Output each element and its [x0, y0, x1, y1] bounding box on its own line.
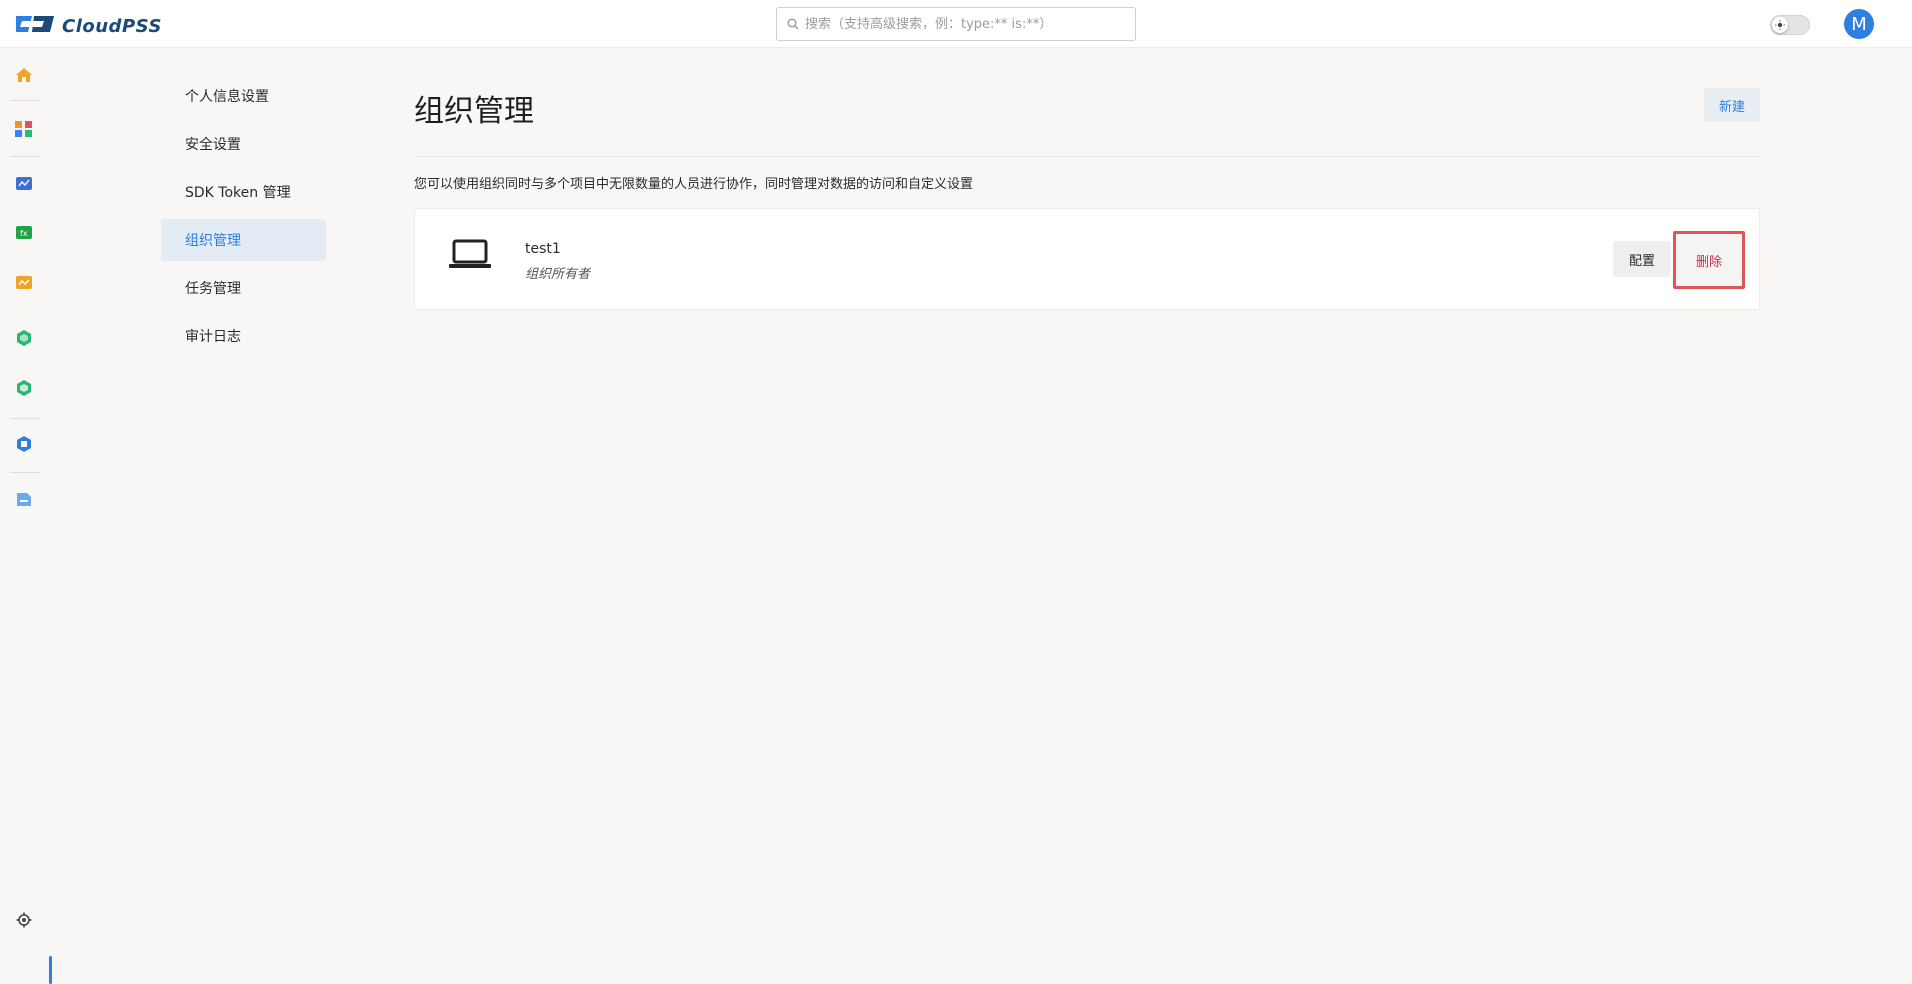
organization-card: test1 组织所有者 配置 删除: [414, 208, 1760, 310]
search-input[interactable]: [805, 16, 1125, 32]
user-avatar[interactable]: M: [1844, 9, 1874, 39]
platform-icon[interactable]: [12, 432, 36, 456]
nav-item-audit-log[interactable]: 审计日志: [161, 315, 326, 357]
sun-icon: [1772, 17, 1788, 33]
organization-name[interactable]: test1: [525, 241, 561, 257]
nav-item-sdk-token[interactable]: SDK Token 管理: [161, 171, 326, 213]
laptop-icon: [449, 239, 491, 275]
apps-icon[interactable]: [12, 117, 36, 141]
home-icon[interactable]: [12, 63, 36, 87]
analytics-icon[interactable]: [12, 271, 36, 295]
module-icon-1[interactable]: [12, 326, 36, 350]
file-icon[interactable]: [12, 487, 36, 511]
function-icon[interactable]: fx: [12, 221, 36, 245]
nav-item-profile[interactable]: 个人信息设置: [161, 75, 326, 117]
logo[interactable]: CloudPSS: [14, 12, 162, 40]
configure-button[interactable]: 配置: [1613, 241, 1671, 277]
active-indicator: [49, 956, 52, 984]
search-icon: [787, 15, 799, 34]
svg-text:fx: fx: [20, 229, 28, 238]
organization-role: 组织所有者: [525, 267, 591, 282]
nav-item-tasks[interactable]: 任务管理: [161, 267, 326, 309]
nav-item-security[interactable]: 安全设置: [161, 123, 326, 165]
search-box[interactable]: [776, 7, 1136, 41]
new-organization-button[interactable]: 新建: [1704, 88, 1760, 122]
logo-text: CloudPSS: [62, 15, 162, 37]
settings-icon[interactable]: [12, 908, 36, 932]
theme-toggle[interactable]: [1770, 15, 1810, 35]
cloudpss-logo-icon: [14, 12, 56, 40]
main-content: 组织管理 新建 您可以使用组织同时与多个项目中无限数量的人员进行协作，同时管理对…: [414, 80, 1760, 310]
module-icon-2[interactable]: [12, 376, 36, 400]
top-bar: CloudPSS M: [0, 0, 1912, 48]
divider: [414, 156, 1760, 157]
simstudio-icon[interactable]: [12, 172, 36, 196]
page-description: 您可以使用组织同时与多个项目中无限数量的人员进行协作，同时管理对数据的访问和自定…: [414, 177, 974, 192]
page-title: 组织管理: [414, 94, 534, 129]
nav-item-organization[interactable]: 组织管理: [161, 219, 326, 261]
delete-button[interactable]: 删除: [1673, 231, 1745, 289]
settings-nav: 个人信息设置 安全设置 SDK Token 管理 组织管理 任务管理 审计日志: [161, 75, 326, 363]
app-rail: fx: [0, 48, 52, 984]
